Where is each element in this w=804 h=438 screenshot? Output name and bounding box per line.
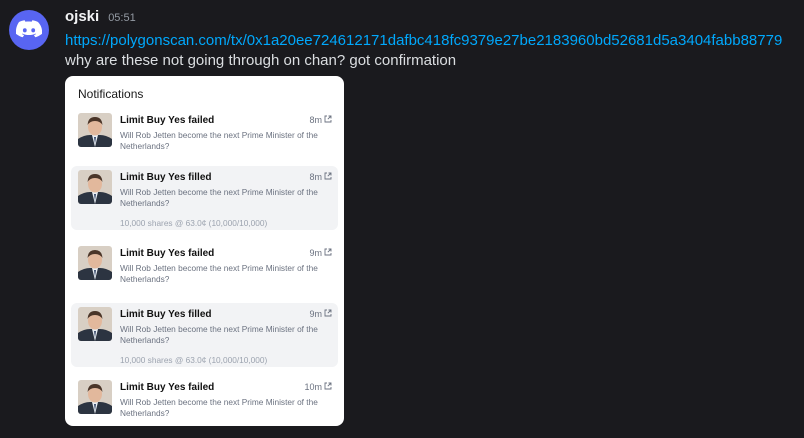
notification-question: Will Rob Jetten become the next Prime Mi… [120, 263, 318, 284]
notification-time: 10m [304, 382, 332, 392]
notifications-title: Notifications [78, 87, 144, 101]
notification-time: 9m [309, 248, 332, 258]
external-link-icon[interactable] [324, 172, 332, 182]
notification-question: Will Rob Jetten become the next Prime Mi… [120, 324, 318, 345]
chat-message: ojski 05:51 https://polygonscan.com/tx/0… [65, 8, 804, 69]
notification-time-label: 9m [309, 309, 322, 319]
notification-fill-details: 10,000 shares @ 63.0¢ (10,000/10,000) [120, 218, 268, 228]
notification-title: Limit Buy Yes filled [120, 172, 212, 183]
notification-item[interactable]: Limit Buy Yes failed 8m Will Rob Jetten … [71, 113, 338, 153]
market-thumbnail [78, 307, 112, 341]
notification-time: 8m [309, 115, 332, 125]
notification-title: Limit Buy Yes failed [120, 382, 215, 393]
message-timestamp[interactable]: 05:51 [108, 12, 136, 24]
external-link-icon[interactable] [324, 115, 332, 125]
notifications-screenshot[interactable]: Notifications Limit Buy Yes failed 8m Wi… [65, 76, 344, 426]
notification-question: Will Rob Jetten become the next Prime Mi… [120, 130, 318, 151]
discord-logo-icon [16, 20, 42, 38]
notification-item[interactable]: Limit Buy Yes filled 9m Will Rob Jetten … [71, 303, 338, 367]
notification-time-label: 9m [309, 248, 322, 258]
message-header: ojski 05:51 [65, 8, 804, 28]
notification-question: Will Rob Jetten become the next Prime Mi… [120, 187, 318, 208]
market-thumbnail [78, 380, 112, 414]
market-thumbnail [78, 246, 112, 280]
external-link-icon[interactable] [324, 309, 332, 319]
external-link-icon[interactable] [324, 382, 332, 392]
user-avatar[interactable] [9, 10, 49, 50]
notification-item[interactable]: Limit Buy Yes failed 9m Will Rob Jetten … [71, 246, 338, 286]
notification-item[interactable]: Limit Buy Yes failed 10m Will Rob Jetten… [71, 380, 338, 420]
notification-title: Limit Buy Yes failed [120, 248, 215, 259]
market-thumbnail [78, 170, 112, 204]
notification-title: Limit Buy Yes filled [120, 309, 212, 320]
notification-title: Limit Buy Yes failed [120, 115, 215, 126]
notification-item[interactable]: Limit Buy Yes filled 8m Will Rob Jetten … [71, 166, 338, 230]
notification-question: Will Rob Jetten become the next Prime Mi… [120, 397, 318, 418]
message-text: why are these not going through on chan?… [65, 52, 457, 69]
transaction-link[interactable]: https://polygonscan.com/tx/0x1a20ee72461… [65, 32, 804, 49]
username[interactable]: ojski [65, 8, 99, 25]
notification-time-label: 8m [309, 172, 322, 182]
notification-fill-details: 10,000 shares @ 63.0¢ (10,000/10,000) [120, 355, 268, 365]
external-link-icon[interactable] [324, 248, 332, 258]
notification-time: 8m [309, 172, 332, 182]
market-thumbnail [78, 113, 112, 147]
notification-time-label: 8m [309, 115, 322, 125]
notification-time-label: 10m [304, 382, 322, 392]
notification-time: 9m [309, 309, 332, 319]
